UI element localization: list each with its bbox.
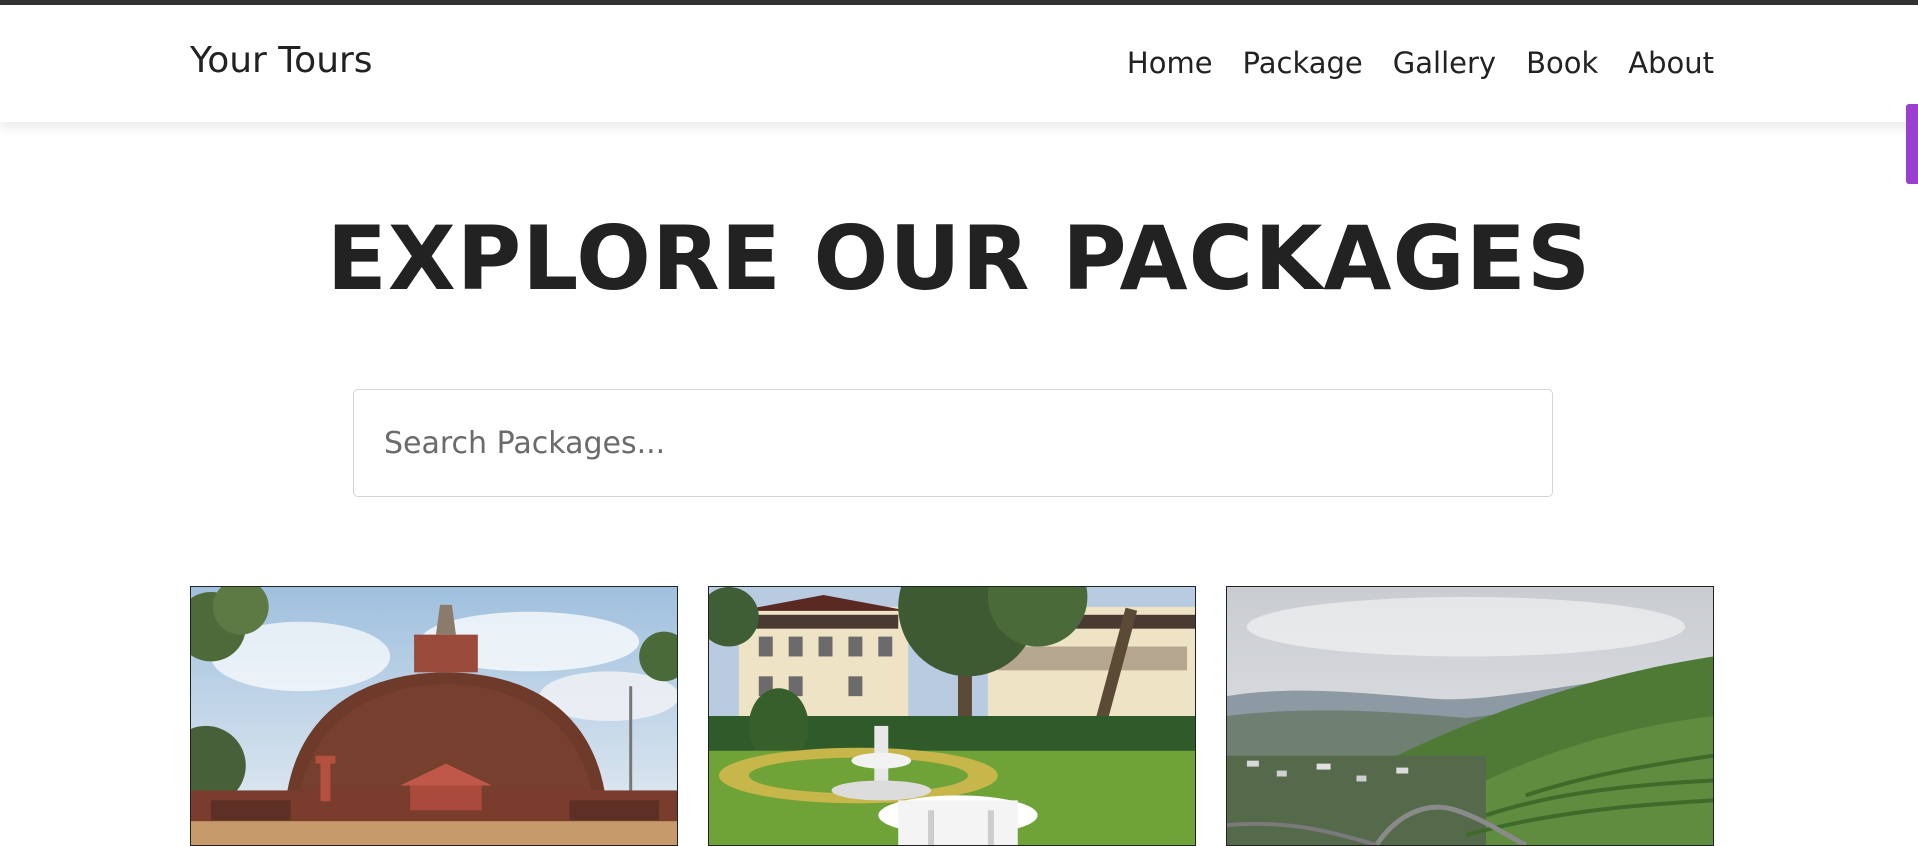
page-title: EXPLORE OUR PACKAGES [326,207,1592,310]
nav-link-package[interactable]: Package [1243,46,1363,80]
package-card[interactable] [190,586,678,846]
dome-stupa-image [191,587,677,845]
nav-menu: Home Package Gallery Book About [1127,46,1714,80]
nav-link-book[interactable]: Book [1526,46,1598,80]
package-card[interactable] [708,586,1196,846]
navbar: Your Tours Home Package Gallery Book Abo… [0,5,1918,122]
package-card[interactable] [1226,586,1714,846]
search-container [353,389,1553,497]
tea-hills-image [1227,587,1713,845]
package-cards [190,586,1714,846]
brand-logo[interactable]: Your Tours [190,40,373,81]
nav-link-gallery[interactable]: Gallery [1393,46,1496,80]
search-input[interactable] [353,389,1553,497]
nav-link-home[interactable]: Home [1127,46,1213,80]
scroll-indicator[interactable] [1906,104,1918,184]
garden-hotel-image [709,587,1195,845]
nav-link-about[interactable]: About [1628,46,1714,80]
